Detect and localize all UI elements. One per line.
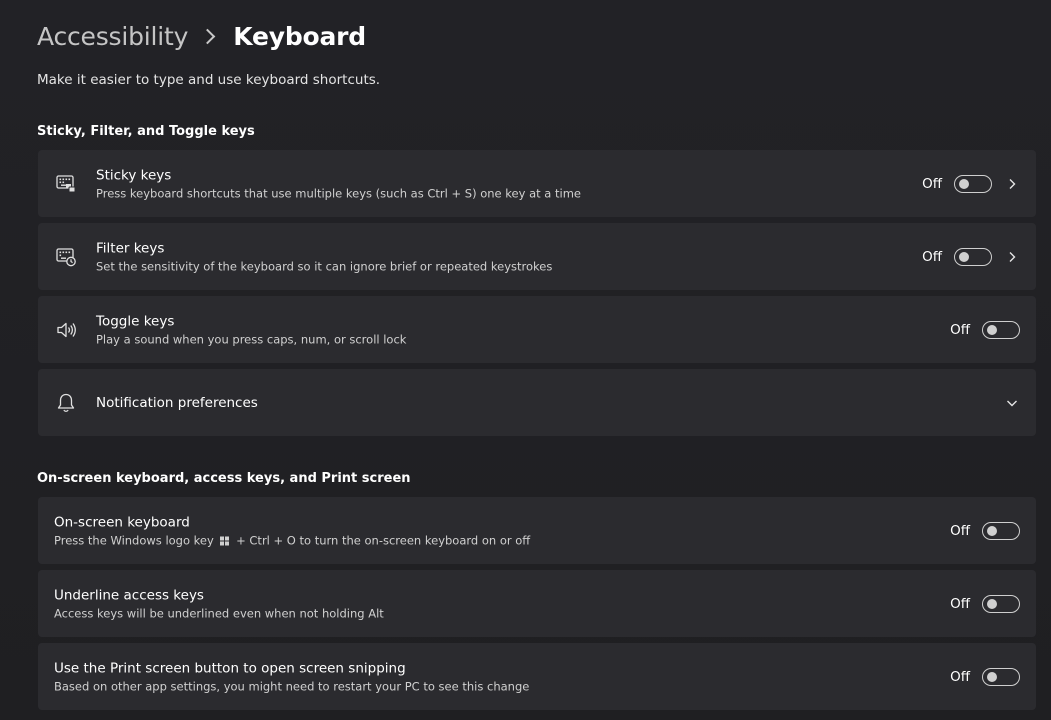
notification-preferences-card[interactable]: Notification preferences <box>38 369 1036 436</box>
filter-keys-description: Set the sensitivity of the keyboard so i… <box>96 259 553 273</box>
chevron-right-icon <box>199 28 216 44</box>
toggle-keys-description: Play a sound when you press caps, num, o… <box>96 332 407 346</box>
underline-access-keys-toggle-group: Off <box>950 594 1020 613</box>
toggle-keys-toggle-group: Off <box>950 320 1020 339</box>
underline-access-keys-title: Underline access keys <box>54 587 204 603</box>
toggle-keys-card: Toggle keys Play a sound when you press … <box>38 296 1036 363</box>
breadcrumb-accessibility-link[interactable]: Accessibility <box>37 22 188 51</box>
filter-keys-status: Off <box>922 248 942 265</box>
page-subtitle: Make it easier to type and use keyboard … <box>37 72 381 88</box>
filter-keys-toggle[interactable] <box>954 247 992 266</box>
filter-keys-icon <box>56 247 76 266</box>
toggle-knob <box>987 671 997 682</box>
section-title-sticky-filter-toggle: Sticky, Filter, and Toggle keys <box>37 124 255 139</box>
section-title-onscreen-access-print: On-screen keyboard, access keys, and Pri… <box>37 471 411 486</box>
toggle-keys-toggle[interactable] <box>982 320 1020 339</box>
underline-access-keys-card: Underline access keys Access keys will b… <box>38 570 1036 637</box>
filter-keys-title: Filter keys <box>96 240 165 256</box>
notification-preferences-title: Notification preferences <box>96 394 258 411</box>
onscreen-keyboard-description-end: + Ctrl + O to turn the on-screen keyboar… <box>236 533 531 547</box>
print-screen-description: Based on other app settings, you might n… <box>54 679 530 693</box>
underline-access-keys-description: Access keys will be underlined even when… <box>54 606 384 620</box>
print-screen-card: Use the Print screen button to open scre… <box>38 643 1036 710</box>
sticky-keys-card[interactable]: Sticky keys Press keyboard shortcuts tha… <box>38 150 1036 217</box>
chevron-right-icon[interactable] <box>1006 251 1018 263</box>
print-screen-toggle-group: Off <box>950 667 1020 686</box>
page-title: Keyboard <box>233 21 366 51</box>
toggle-knob <box>987 324 997 335</box>
print-screen-status: Off <box>950 668 970 685</box>
toggle-knob <box>959 178 969 189</box>
chevron-down-icon[interactable] <box>1006 397 1018 409</box>
onscreen-keyboard-toggle[interactable] <box>982 521 1020 540</box>
windows-logo-icon <box>220 536 230 545</box>
filter-keys-toggle-group: Off <box>922 247 992 266</box>
onscreen-keyboard-toggle-group: Off <box>950 521 1020 540</box>
print-screen-toggle[interactable] <box>982 667 1020 686</box>
sticky-keys-description: Press keyboard shortcuts that use multip… <box>96 186 581 200</box>
toggle-keys-status: Off <box>950 321 970 338</box>
sticky-keys-title: Sticky keys <box>96 167 172 183</box>
sticky-keys-icon <box>56 174 76 192</box>
toggle-knob <box>987 598 997 609</box>
print-screen-title: Use the Print screen button to open scre… <box>54 660 406 676</box>
sticky-keys-status: Off <box>922 175 942 192</box>
sticky-keys-toggle[interactable] <box>954 174 992 193</box>
onscreen-keyboard-card: On-screen keyboard Press the Windows log… <box>38 497 1036 564</box>
toggle-keys-title: Toggle keys <box>96 313 175 329</box>
toggle-knob <box>987 525 997 536</box>
sticky-keys-toggle-group: Off <box>922 174 992 193</box>
onscreen-keyboard-description-start: Press the Windows logo key <box>54 533 214 547</box>
onscreen-keyboard-status: Off <box>950 522 970 539</box>
speaker-icon <box>57 322 76 337</box>
onscreen-keyboard-title: On-screen keyboard <box>54 514 190 530</box>
onscreen-keyboard-description: Press the Windows logo key + Ctrl + O to… <box>54 533 530 547</box>
breadcrumb: Accessibility Keyboard <box>37 18 366 54</box>
chevron-right-icon[interactable] <box>1006 178 1018 190</box>
toggle-knob <box>959 251 969 262</box>
filter-keys-card[interactable]: Filter keys Set the sensitivity of the k… <box>38 223 1036 290</box>
underline-access-keys-status: Off <box>950 595 970 612</box>
underline-access-keys-toggle[interactable] <box>982 594 1020 613</box>
bell-icon <box>57 393 75 412</box>
